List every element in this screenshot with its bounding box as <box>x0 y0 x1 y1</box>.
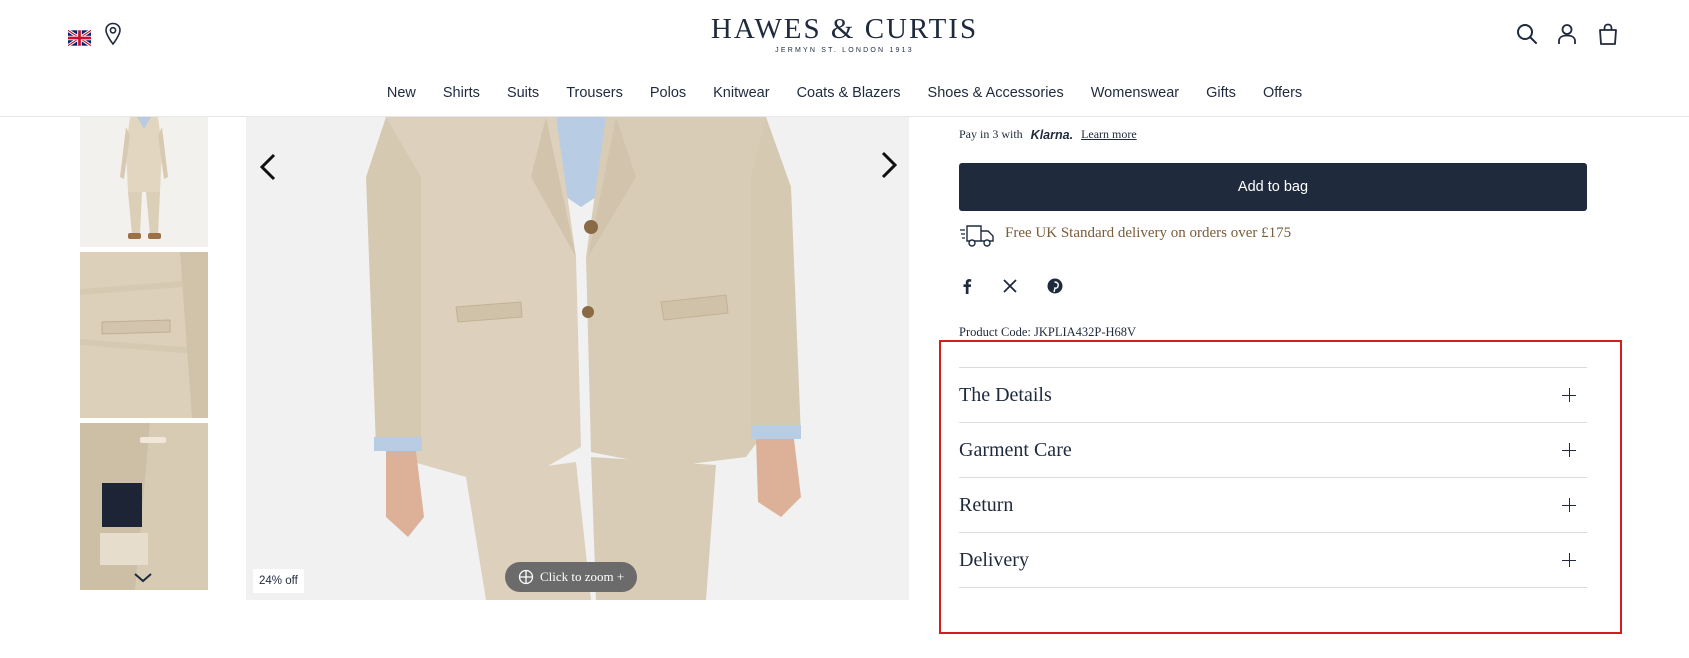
add-to-bag-button[interactable]: Add to bag <box>959 163 1587 211</box>
chevron-down-icon[interactable] <box>130 570 156 586</box>
facebook-icon[interactable] <box>958 277 976 295</box>
klarna-prefix: Pay in 3 with <box>959 127 1023 141</box>
nav-item-polos[interactable]: Polos <box>636 85 699 101</box>
nav-item-shirts[interactable]: Shirts <box>429 85 493 101</box>
logo-wordmark: HAWES & CURTIS <box>710 13 979 45</box>
site-header: HAWES & CURTIS JERMYN ST. LONDON 1913 Ne… <box>0 0 1689 117</box>
nav-item-knitwear[interactable]: Knitwear <box>700 85 783 101</box>
nav-item-womenswear[interactable]: Womenswear <box>1077 85 1192 101</box>
pocket-detail-image <box>80 252 208 418</box>
zoom-button[interactable]: Click to zoom + <box>505 562 638 592</box>
nav-item-gifts[interactable]: Gifts <box>1193 85 1250 101</box>
zoom-label: Click to zoom + <box>540 569 625 584</box>
thumbnail-full-suit[interactable] <box>80 117 208 247</box>
next-image-arrow-icon[interactable] <box>873 145 903 185</box>
brand-logo[interactable]: HAWES & CURTIS JERMYN ST. LONDON 1913 <box>0 13 1689 54</box>
account-icon[interactable] <box>1555 22 1579 46</box>
x-twitter-icon[interactable] <box>1001 277 1019 295</box>
delivery-info: Free UK Standard delivery on orders over… <box>959 222 1291 250</box>
klarna-learn-more-link[interactable]: Learn more <box>1081 127 1137 142</box>
nav-item-suits[interactable]: Suits <box>493 85 552 101</box>
lining-label-image <box>80 423 208 590</box>
highlight-box <box>939 340 1622 634</box>
thumbnail-strip <box>80 117 208 590</box>
bag-icon[interactable] <box>1596 22 1620 46</box>
suit-jacket-image <box>246 117 909 600</box>
main-navigation: New Shirts Suits Trousers Polos Knitwear… <box>0 85 1689 101</box>
logo-tagline: JERMYN ST. LONDON 1913 <box>775 47 914 54</box>
thumbnail-pocket-detail[interactable] <box>80 252 208 418</box>
product-code: Product Code: JKPLIA432P-H68V <box>959 325 1137 339</box>
delivery-truck-icon <box>960 225 994 247</box>
search-icon[interactable] <box>1515 22 1539 46</box>
main-product-image[interactable]: 24% off Click to zoom + <box>246 117 909 600</box>
nav-item-shoes-accessories[interactable]: Shoes & Accessories <box>914 85 1077 101</box>
discount-badge: 24% off <box>253 569 304 593</box>
klarna-logo: Klarna. <box>1030 127 1074 142</box>
delivery-text: Free UK Standard delivery on orders over… <box>1005 225 1292 241</box>
zoom-globe-icon <box>518 569 534 585</box>
klarna-row: Pay in 3 with Klarna. Learn more <box>959 127 1137 142</box>
nav-item-trousers[interactable]: Trousers <box>553 85 637 101</box>
prev-image-arrow-icon[interactable] <box>254 147 284 187</box>
suit-model-image <box>80 117 208 247</box>
thumbnail-lining-label[interactable] <box>80 423 208 590</box>
nav-item-offers[interactable]: Offers <box>1249 85 1315 101</box>
nav-item-new[interactable]: New <box>373 85 429 101</box>
pinterest-icon[interactable] <box>1046 277 1064 295</box>
nav-item-coats-blazers[interactable]: Coats & Blazers <box>783 85 914 101</box>
